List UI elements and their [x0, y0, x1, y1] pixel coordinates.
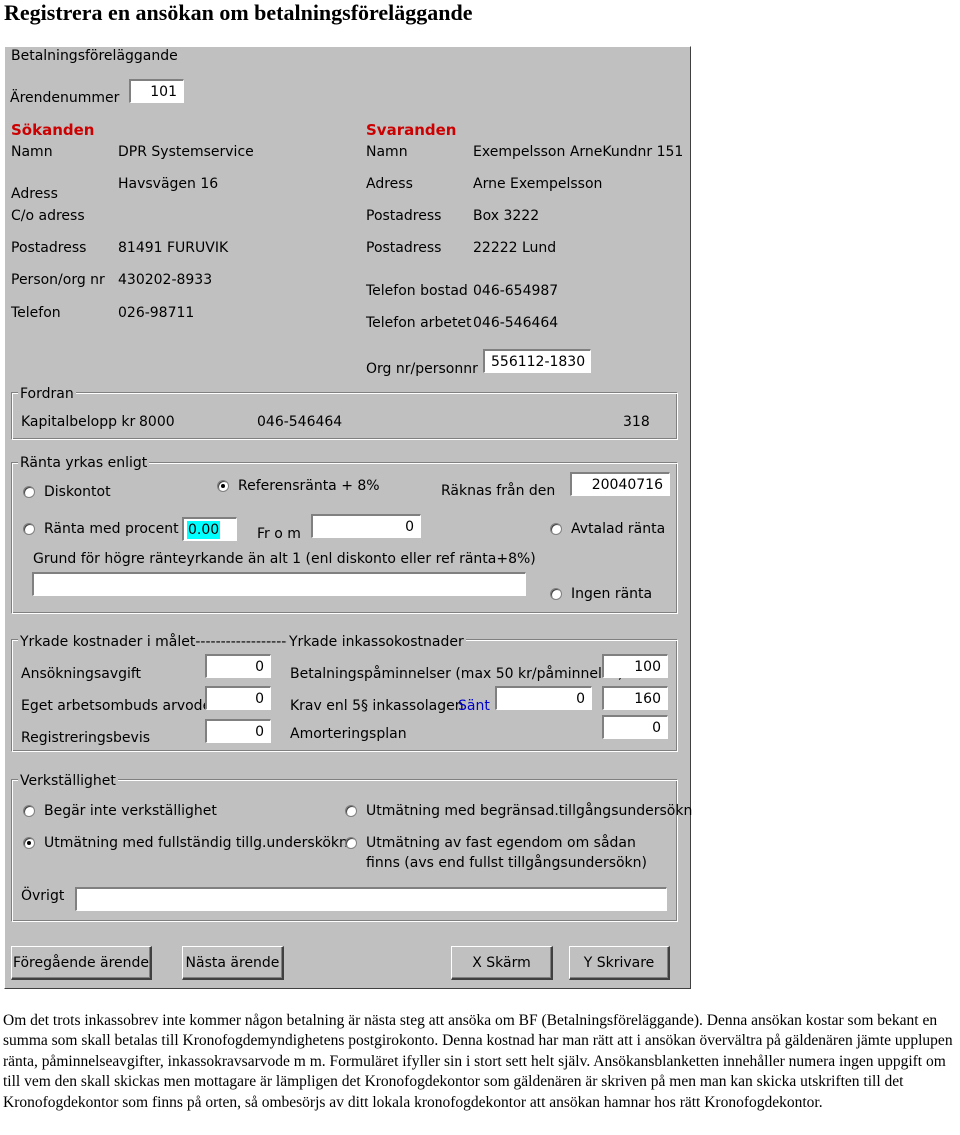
sokanden-postadress-label: Postadress — [11, 240, 87, 256]
sokanden-adress: Havsvägen 16 — [118, 176, 219, 192]
sokanden-telefon-label: Telefon — [11, 305, 61, 321]
grund-label: Grund för högre ränteyrkande än alt 1 (e… — [33, 551, 536, 567]
verkstallighet-legend: Verkställighet — [18, 773, 118, 789]
inkasso-legend: Yrkade inkassokostnader — [287, 634, 466, 650]
sokanden-co-label: C/o adress — [11, 208, 85, 224]
raknas-label: Räknas från den — [441, 483, 556, 499]
svaranden-orgnr-label: Org nr/personnr — [366, 361, 478, 377]
radio-procent[interactable]: Ränta med procent — [23, 521, 179, 537]
sokanden-namn-label: Namn — [11, 144, 53, 160]
radio-procent-label: Ränta med procent — [44, 521, 179, 537]
fast-egendom-line2: finns (avs end fullst tillgångsundersökn… — [366, 855, 647, 871]
radio-begransad[interactable]: Utmätning med begränsad.tillgångsundersö… — [345, 803, 692, 819]
sant-input[interactable]: 0 — [495, 686, 592, 710]
radio-referens[interactable]: Referensränta + 8% — [217, 478, 380, 494]
registrering-input[interactable]: 0 — [205, 719, 271, 743]
page-title: Registrera en ansökan om betalningsförel… — [4, 0, 473, 25]
radio-fast-egendom-label: Utmätning av fast egendom om sådan — [366, 835, 636, 851]
grund-input[interactable] — [32, 572, 526, 596]
fordran-legend: Fordran — [18, 386, 76, 402]
fordran-phone: 046-546464 — [257, 414, 343, 430]
fordran-number: 318 — [623, 414, 650, 430]
krav-input[interactable]: 160 — [602, 686, 668, 710]
radio-dot-icon — [23, 805, 35, 817]
radio-dot-icon — [345, 805, 357, 817]
form-window: Betalningsföreläggande Ärendenummer 101 … — [4, 46, 692, 989]
amortering-input[interactable]: 0 — [602, 715, 668, 739]
svaranden-namn: Exempelsson ArneKundnr 151 — [473, 144, 684, 160]
svaranden-tel-arbetet: 046-546464 — [473, 315, 559, 331]
radio-selected-icon — [217, 480, 229, 492]
svaranden-namn-label: Namn — [366, 144, 408, 160]
previous-case-button[interactable]: Föregående ärende — [11, 946, 152, 980]
sokanden-heading: Sökanden — [11, 121, 95, 139]
arendenummer-input[interactable]: 101 — [129, 79, 184, 103]
radio-dot-icon — [23, 523, 35, 535]
ansokning-input[interactable]: 0 — [205, 654, 271, 678]
paminnelse-input[interactable]: 100 — [602, 654, 668, 678]
ovrigt-label: Övrigt — [21, 888, 65, 904]
svaranden-adress-label: Adress — [366, 176, 413, 192]
radio-selected-icon — [23, 837, 35, 849]
svaranden-postadress1: Box 3222 — [473, 208, 540, 224]
screen-button[interactable]: X Skärm — [451, 946, 553, 980]
orgnr-input[interactable]: 556112-1830 — [483, 349, 591, 373]
radio-fullstandig[interactable]: Utmätning med fullständig tillg.underskö… — [23, 835, 348, 851]
description-text: Om det trots inkassobrev inte kommer någ… — [3, 1012, 953, 1111]
sokanden-personorg-label: Person/org nr — [11, 272, 105, 288]
svaranden-tel-bostad-label: Telefon bostad — [366, 283, 468, 299]
ranta-legend: Ränta yrkas enligt — [18, 455, 150, 471]
radio-begransad-label: Utmätning med begränsad.tillgångsundersö… — [366, 803, 693, 819]
svaranden-heading: Svaranden — [366, 121, 457, 139]
arbetsombud-label: Eget arbetsombuds arvode — [21, 698, 212, 714]
kapital-label: Kapitalbelopp kr — [21, 414, 136, 430]
next-case-button[interactable]: Nästa ärende — [182, 946, 284, 980]
ovrigt-input[interactable] — [75, 887, 667, 911]
sokanden-adress-label: Adress — [11, 186, 58, 202]
svaranden-postadress1-label: Postadress — [366, 208, 442, 224]
arendenummer-label: Ärendenummer — [10, 90, 120, 106]
kostnader-legend: Yrkade kostnader i målet----------------… — [18, 634, 324, 650]
arbetsombud-input[interactable]: 0 — [205, 686, 271, 710]
radio-dot-icon — [550, 523, 562, 535]
from-input[interactable]: 0 — [311, 514, 421, 538]
radio-ingen[interactable]: Ingen ränta — [550, 586, 652, 602]
kapital-value: 8000 — [139, 414, 175, 430]
svaranden-tel-bostad: 046-654987 — [473, 283, 559, 299]
radio-diskonto-label: Diskontot — [44, 484, 111, 500]
from-label: Fr o m — [257, 526, 301, 542]
procent-input[interactable]: 0.00 — [182, 517, 237, 541]
radio-dot-icon — [550, 588, 562, 600]
sokanden-telefon: 026-98711 — [118, 305, 195, 321]
krav-label: Krav enl 5§ inkassolagen — [290, 698, 464, 714]
svaranden-postadress2: 22222 Lund — [473, 240, 557, 256]
svaranden-adress: Arne Exempelsson — [473, 176, 603, 192]
sokanden-postadress: 81491 FURUVIK — [118, 240, 229, 256]
radio-begar-inte-label: Begär inte verkställighet — [44, 803, 217, 819]
radio-referens-label: Referensränta + 8% — [238, 478, 380, 494]
registrering-label: Registreringsbevis — [21, 730, 151, 746]
procent-value: 0.00 — [187, 521, 221, 539]
ansokning-label: Ansökningsavgift — [21, 666, 142, 682]
radio-fast-egendom[interactable]: Utmätning av fast egendom om sådan — [345, 835, 636, 851]
printer-button[interactable]: Y Skrivare — [569, 946, 670, 980]
paminnelse-label: Betalningspåminnelser (max 50 kr/påminne… — [290, 666, 624, 682]
radio-fullstandig-label: Utmätning med fullständig tillg.underskö… — [44, 835, 348, 851]
radio-avtalad[interactable]: Avtalad ränta — [550, 521, 665, 537]
radio-begar-inte[interactable]: Begär inte verkställighet — [23, 803, 217, 819]
sokanden-personorg: 430202-8933 — [118, 272, 213, 288]
amortering-label: Amorteringsplan — [290, 726, 407, 742]
sokanden-namn: DPR Systemservice — [118, 144, 254, 160]
radio-dot-icon — [345, 837, 357, 849]
radio-avtalad-label: Avtalad ränta — [571, 521, 666, 537]
radio-diskonto[interactable]: Diskontot — [23, 484, 111, 500]
window-heading: Betalningsföreläggande — [11, 48, 178, 64]
radio-dot-icon — [23, 486, 35, 498]
svaranden-postadress2-label: Postadress — [366, 240, 442, 256]
raknas-input[interactable]: 20040716 — [570, 472, 670, 496]
radio-ingen-label: Ingen ränta — [571, 586, 653, 602]
sant-label: Sänt — [458, 698, 490, 714]
svaranden-tel-arbetet-label: Telefon arbetet — [366, 315, 472, 331]
